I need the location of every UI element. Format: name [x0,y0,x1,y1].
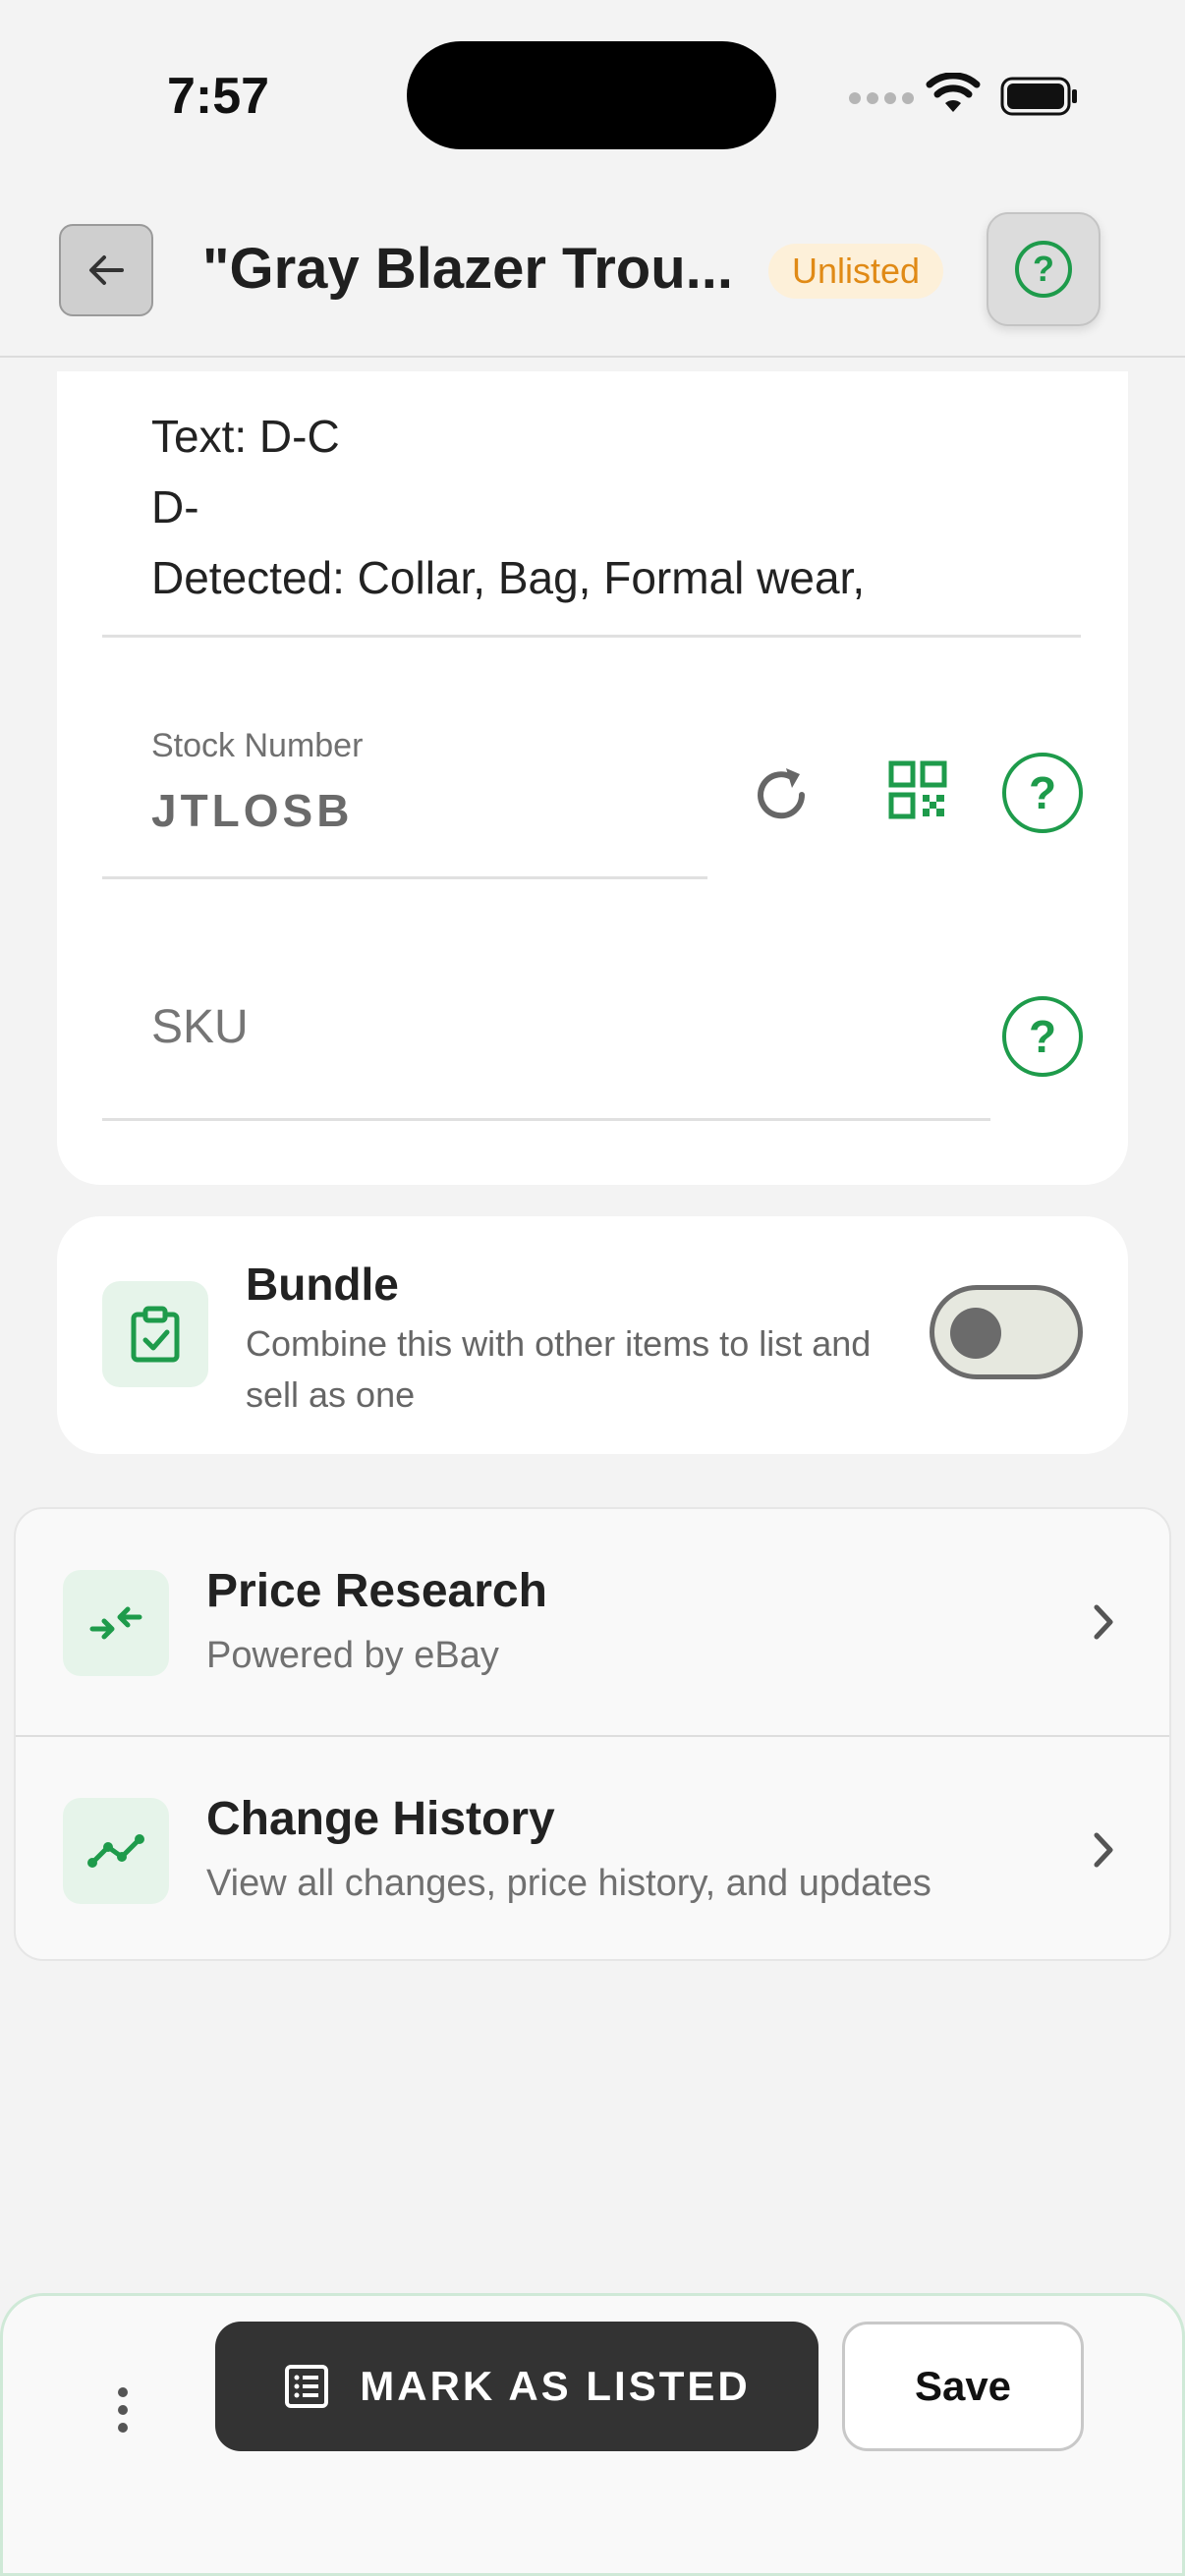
detected-text: Text: D-C D- Detected: Collar, Bag, Form… [151,401,865,613]
stock-number-help-icon[interactable]: ? [1002,753,1083,833]
stock-number-label: Stock Number [151,727,364,764]
price-research-title: Price Research [206,1565,547,1617]
help-button[interactable]: ? [987,212,1100,326]
change-history-row[interactable]: Change History View all changes, price h… [16,1737,1169,1959]
wifi-icon [926,73,981,112]
compress-arrows-icon [63,1570,169,1676]
mark-as-listed-button[interactable]: MARK AS LISTED [215,2322,818,2451]
clipboard-check-icon [102,1281,208,1387]
refresh-icon[interactable] [747,760,816,829]
bundle-title: Bundle [246,1259,399,1310]
help-circle-icon: ? [1015,241,1072,298]
page-title: "Gray Blazer Trou... [202,237,734,301]
stock-number-field[interactable]: JTLOSB [151,784,353,837]
sku-input[interactable] [151,1000,898,1054]
sku-help-icon[interactable]: ? [1002,996,1083,1077]
price-research-subtitle: Powered by eBay [206,1635,499,1676]
page-header: "Gray Blazer Trou... Unlisted ? [0,196,1185,358]
cellular-signal-icon [849,92,914,104]
mark-as-listed-label: MARK AS LISTED [360,2363,751,2409]
bundle-toggle[interactable] [930,1285,1083,1379]
status-time: 7:57 [167,68,270,125]
change-history-subtitle: View all changes, price history, and upd… [206,1863,931,1904]
list-icon [285,2365,329,2408]
arrow-left-icon [89,255,124,285]
divider [102,635,1081,638]
price-research-row[interactable]: Price Research Powered by eBay [16,1509,1169,1735]
more-vertical-icon [118,2387,128,2433]
toggle-knob [950,1308,1001,1359]
divider [102,876,707,879]
qr-code-icon[interactable] [888,760,947,819]
more-options-button[interactable] [97,2361,148,2459]
bundle-description: Combine this with other items to list an… [246,1323,872,1415]
trend-line-icon [63,1798,169,1904]
detected-line: Detected: Collar, Bag, Formal wear, [151,552,866,603]
status-badge: Unlisted [768,244,944,299]
chevron-right-icon [1094,1604,1113,1640]
back-button[interactable] [59,224,153,316]
bundle-card: Bundle Combine this with other items to … [57,1216,1128,1454]
item-details-card: Text: D-C D- Detected: Collar, Bag, Form… [57,371,1128,1185]
change-history-title: Change History [206,1793,555,1845]
save-button[interactable]: Save [842,2322,1084,2451]
detected-line: D- [151,481,199,532]
detected-line: Text: D-C [151,411,340,462]
divider [102,1118,990,1121]
dynamic-island [407,41,776,149]
status-bar: 7:57 [0,0,1185,196]
battery-icon [1000,77,1077,116]
chevron-right-icon [1094,1832,1113,1868]
bottom-action-bar: MARK AS LISTED Save [0,2293,1185,2576]
links-card: Price Research Powered by eBay Change Hi… [14,1507,1171,1961]
